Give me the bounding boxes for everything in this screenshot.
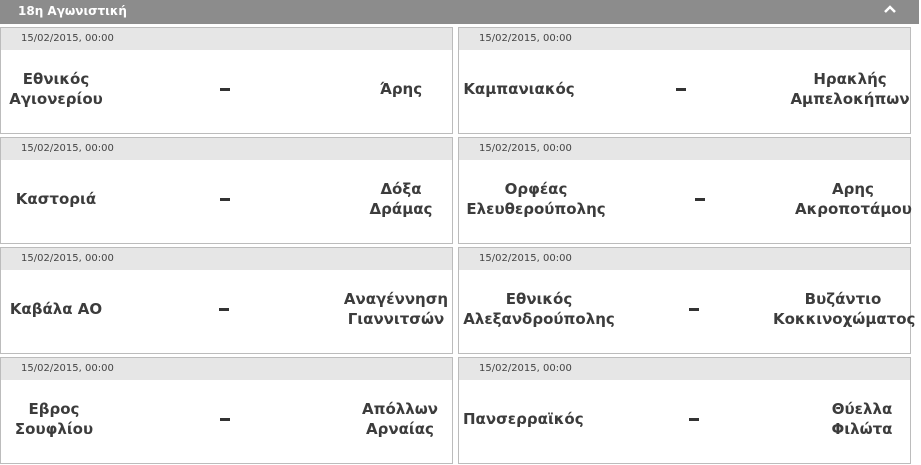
match-card[interactable]: 15/02/2015, 00:00 Καμπανιακός Ηρακλής Αμ… xyxy=(458,27,911,134)
away-team[interactable]: Άρης xyxy=(361,79,441,99)
match-date: 15/02/2015, 00:00 xyxy=(459,358,910,380)
home-team-line: Καστοριά xyxy=(15,190,97,208)
home-team-line: Εβρος xyxy=(28,400,80,418)
score-separator xyxy=(220,198,230,201)
score-separator xyxy=(219,308,229,311)
away-team-line: Κοκκινοχώματος xyxy=(773,310,916,328)
chevron-up-icon[interactable] xyxy=(883,2,897,16)
score-separator xyxy=(689,418,699,421)
home-team-line: Εθνικός xyxy=(505,290,573,308)
away-team[interactable]: Θύελλα Φιλώτα xyxy=(815,399,909,439)
away-team-line: Ηρακλής xyxy=(813,70,887,88)
home-team-line: Καβάλα ΑΟ xyxy=(9,300,103,318)
score-separator xyxy=(220,88,230,91)
away-team-line: Φιλώτα xyxy=(831,420,893,438)
match-card[interactable]: 15/02/2015, 00:00 Καβάλα ΑΟ Αναγέννηση Γ… xyxy=(0,247,453,354)
away-team[interactable]: Ηρακλής Αμπελοκήπων xyxy=(789,69,911,109)
match-card[interactable]: 15/02/2015, 00:00 Εβρος Σουφλίου Απόλλων… xyxy=(0,357,453,464)
home-team-line: Εθνικός xyxy=(22,70,90,88)
home-team[interactable]: Καστοριά xyxy=(11,189,101,209)
home-team-line: Αλεξανδρούπολης xyxy=(463,310,615,328)
match-date: 15/02/2015, 00:00 xyxy=(459,248,910,270)
home-team[interactable]: Εθνικός Αλεξανδρούπολης xyxy=(461,289,617,329)
match-date: 15/02/2015, 00:00 xyxy=(459,138,910,160)
away-team-line: Βυζάντιο xyxy=(804,290,882,308)
away-team-line: Δράμας xyxy=(369,200,433,218)
match-card[interactable]: 15/02/2015, 00:00 Εθνικός Αγιονερίου Άρη… xyxy=(0,27,453,134)
match-card[interactable]: 15/02/2015, 00:00 Πανσερραϊκός Θύελλα Φι… xyxy=(458,357,911,464)
home-team-line: Ελευθερούπολης xyxy=(466,200,606,218)
match-date: 15/02/2015, 00:00 xyxy=(459,28,910,50)
score-separator xyxy=(695,198,705,201)
home-team-line: Καμπανιακός xyxy=(463,80,575,98)
home-team[interactable]: Καμπανιακός xyxy=(463,79,575,99)
home-team-line: Ορφέας xyxy=(504,180,568,198)
match-date: 15/02/2015, 00:00 xyxy=(1,358,452,380)
match-card[interactable]: 15/02/2015, 00:00 Εθνικός Αλεξανδρούπολη… xyxy=(458,247,916,354)
home-team[interactable]: Εβρος Σουφλίου xyxy=(11,399,97,439)
score-separator xyxy=(676,88,686,91)
match-card[interactable]: 15/02/2015, 00:00 Καστοριά Δόξα Δράμας xyxy=(0,137,453,244)
away-team-line: Αναγέννηση xyxy=(343,290,449,308)
away-team[interactable]: Αναγέννηση Γιαννιτσών xyxy=(340,289,452,329)
away-team[interactable]: Απόλλων Αρναίας xyxy=(357,399,443,439)
away-team-line: Απόλλων xyxy=(361,400,439,418)
match-card[interactable]: 15/02/2015, 00:00 Ορφέας Ελευθερούπολης … xyxy=(458,137,912,244)
home-team[interactable]: Καβάλα ΑΟ xyxy=(5,299,107,319)
away-team[interactable]: Βυζάντιο Κοκκινοχώματος xyxy=(773,289,916,329)
away-team-line: Αμπελοκήπων xyxy=(790,90,910,108)
home-team-line: Σουφλίου xyxy=(14,420,94,438)
home-team-line: Πανσερραϊκός xyxy=(463,410,584,428)
matchday-title: 18η Αγωνιστική xyxy=(18,4,127,18)
home-team[interactable]: Πανσερραϊκός xyxy=(463,409,584,429)
match-date: 15/02/2015, 00:00 xyxy=(1,248,452,270)
home-team[interactable]: Εθνικός Αγιονερίου xyxy=(7,69,105,109)
match-date: 15/02/2015, 00:00 xyxy=(1,138,452,160)
score-separator xyxy=(220,418,230,421)
away-team[interactable]: Αρης Ακροποτάμου xyxy=(795,179,912,219)
away-team-line: Ακροποτάμου xyxy=(795,200,912,218)
away-team-line: Δόξα xyxy=(380,180,422,198)
away-team[interactable]: Δόξα Δράμας xyxy=(363,179,439,219)
away-team-line: Άρης xyxy=(379,80,423,98)
home-team[interactable]: Ορφέας Ελευθερούπολης xyxy=(461,179,611,219)
away-team-line: Γιαννιτσών xyxy=(347,310,445,328)
matchday-header[interactable]: 18η Αγωνιστική xyxy=(0,0,919,24)
score-separator xyxy=(689,308,699,311)
match-date: 15/02/2015, 00:00 xyxy=(1,28,452,50)
away-team-line: Θύελλα xyxy=(831,400,893,418)
away-team-line: Αρναίας xyxy=(366,420,434,438)
away-team-line: Αρης xyxy=(832,180,874,198)
home-team-line: Αγιονερίου xyxy=(9,90,103,108)
